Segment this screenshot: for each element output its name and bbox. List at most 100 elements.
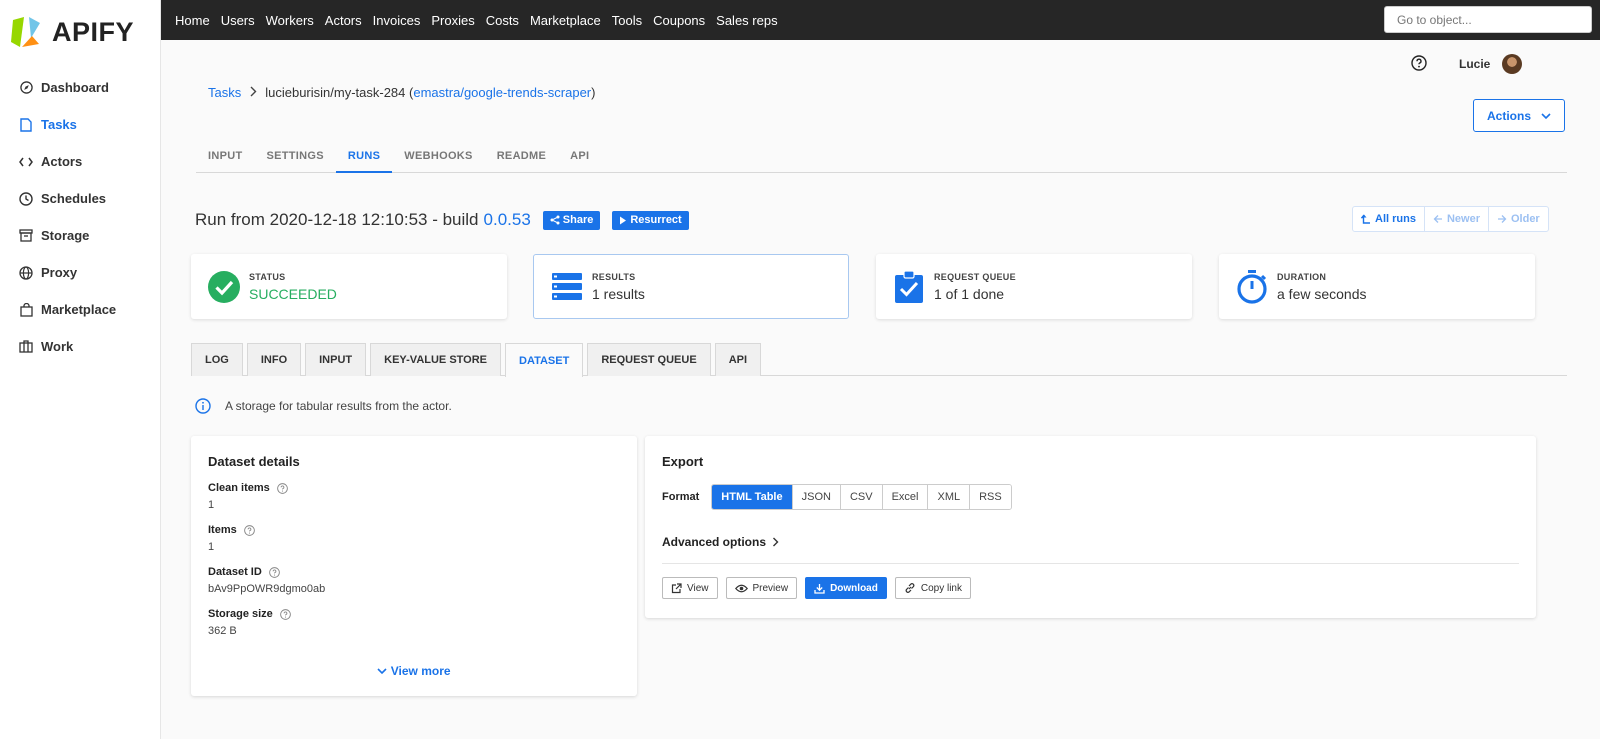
view-more-button[interactable]: View more <box>191 664 637 678</box>
brand-logo[interactable]: APIFY <box>0 0 160 64</box>
sidebar-item-actors[interactable]: Actors <box>0 143 160 180</box>
tab-request-queue[interactable]: REQUEST QUEUE <box>587 343 711 376</box>
topbar-link-actors[interactable]: Actors <box>325 13 362 28</box>
sidebar-item-label: Actors <box>41 154 83 169</box>
newer-button[interactable]: Newer <box>1425 207 1489 231</box>
actors-icon <box>19 155 33 169</box>
view-button[interactable]: View <box>662 577 718 599</box>
format-selector: HTML Table JSON CSV Excel XML RSS <box>711 484 1012 510</box>
advanced-options-label: Advanced options <box>662 535 767 549</box>
field-label: Items <box>208 524 237 536</box>
tab-api[interactable]: API <box>558 137 601 173</box>
tab-log[interactable]: LOG <box>191 343 243 376</box>
sidebar-item-schedules[interactable]: Schedules <box>0 180 160 217</box>
share-label: Share <box>562 214 594 226</box>
field-label: Dataset ID <box>208 566 262 578</box>
newer-label: Newer <box>1446 213 1480 225</box>
topbar-link-marketplace[interactable]: Marketplace <box>530 13 601 28</box>
format-label: Format <box>662 491 700 503</box>
apify-logo-icon <box>10 14 44 50</box>
tab-settings[interactable]: SETTINGS <box>255 137 336 173</box>
tab-webhooks[interactable]: WEBHOOKS <box>392 137 484 173</box>
tab-dataset[interactable]: DATASET <box>505 343 584 377</box>
tab-readme[interactable]: README <box>485 137 558 173</box>
check-circle-icon <box>207 270 241 304</box>
download-button[interactable]: Download <box>805 577 887 599</box>
breadcrumb-actor-link[interactable]: emastra/google-trends-scraper <box>413 85 591 100</box>
topbar-links: Home Users Workers Actors Invoices Proxi… <box>161 13 789 28</box>
question-icon[interactable] <box>279 608 291 620</box>
topbar-link-tools[interactable]: Tools <box>612 13 642 28</box>
tab-input[interactable]: INPUT <box>196 137 255 173</box>
sidebar-item-work[interactable]: Work <box>0 328 160 365</box>
goto-object-input[interactable] <box>1384 6 1592 33</box>
format-csv[interactable]: CSV <box>840 485 883 509</box>
export-card: Export Format HTML Table JSON CSV Excel … <box>645 436 1536 618</box>
topbar-link-costs[interactable]: Costs <box>486 13 519 28</box>
sidebar-item-label: Marketplace <box>41 302 117 317</box>
topbar-link-users[interactable]: Users <box>221 13 255 28</box>
run-title: Run from 2020-12-18 12:10:53 - build 0.0… <box>195 210 689 230</box>
user-menu[interactable]: Lucie <box>1459 54 1523 74</box>
sidebar-item-dashboard[interactable]: Dashboard <box>0 69 160 106</box>
tab-key-value-store[interactable]: KEY-VALUE STORE <box>370 343 502 376</box>
sidebar-item-marketplace[interactable]: Marketplace <box>0 291 160 328</box>
sidebar-item-storage[interactable]: Storage <box>0 217 160 254</box>
view-label: View <box>687 582 709 594</box>
duration-card: DURATION a few seconds <box>1219 254 1535 319</box>
export-title: Export <box>662 454 704 469</box>
field-value: 1 <box>208 541 215 553</box>
older-button[interactable]: Older <box>1489 207 1548 231</box>
dataset-info: A storage for tabular results from the a… <box>195 398 452 414</box>
sidebar-item-label: Schedules <box>41 191 107 206</box>
tab-runs[interactable]: RUNS <box>335 137 393 173</box>
field-value: 1 <box>208 499 215 511</box>
external-link-icon <box>671 582 682 593</box>
format-html-table[interactable]: HTML Table <box>712 485 793 509</box>
topbar-link-proxies[interactable]: Proxies <box>431 13 474 28</box>
all-runs-button[interactable]: All runs <box>1353 207 1425 231</box>
topbar-link-workers[interactable]: Workers <box>266 13 314 28</box>
question-icon[interactable] <box>276 482 288 494</box>
preview-button[interactable]: Preview <box>725 577 798 599</box>
breadcrumb-tasks-link[interactable]: Tasks <box>208 85 241 100</box>
duration-value: a few seconds <box>1277 285 1367 302</box>
build-link[interactable]: 0.0.53 <box>484 210 531 230</box>
topbar-link-sales-reps[interactable]: Sales reps <box>716 13 777 28</box>
topbar-link-coupons[interactable]: Coupons <box>653 13 705 28</box>
copy-link-label: Copy link <box>920 582 962 594</box>
arrow-left-icon <box>1433 215 1442 223</box>
tab-run-api[interactable]: API <box>714 343 762 376</box>
resurrect-button[interactable]: Resurrect <box>612 210 689 230</box>
eye-icon <box>734 584 748 592</box>
request-queue-card: REQUEST QUEUE 1 of 1 done <box>876 254 1192 319</box>
format-xml[interactable]: XML <box>928 485 971 509</box>
format-excel[interactable]: Excel <box>882 485 929 509</box>
chevron-down-icon <box>1541 109 1551 123</box>
storage-icon <box>19 229 33 243</box>
tab-run-input[interactable]: INPUT <box>305 343 367 376</box>
question-icon[interactable] <box>243 524 255 536</box>
field-label: Storage size <box>208 608 273 620</box>
sidebar-item-proxy[interactable]: Proxy <box>0 254 160 291</box>
format-json[interactable]: JSON <box>792 485 841 509</box>
share-button[interactable]: Share <box>542 210 601 230</box>
field-dataset-id: Dataset ID bAv9PpOWR9dgmo0ab <box>208 566 620 595</box>
results-card[interactable]: RESULTS 1 results <box>533 254 849 319</box>
results-value: 1 results <box>592 285 645 302</box>
tab-info[interactable]: INFO <box>246 343 302 376</box>
question-icon[interactable] <box>268 566 280 578</box>
help-icon[interactable] <box>1411 55 1427 74</box>
copy-link-button[interactable]: Copy link <box>894 577 971 599</box>
sidebar-item-label: Work <box>41 339 74 354</box>
advanced-options-toggle[interactable]: Advanced options <box>662 535 1519 549</box>
format-rss[interactable]: RSS <box>970 485 1011 509</box>
results-list-icon <box>550 270 584 304</box>
topbar-link-home[interactable]: Home <box>175 13 210 28</box>
schedules-icon <box>19 191 33 206</box>
topbar-link-invoices[interactable]: Invoices <box>373 13 421 28</box>
sidebar-item-tasks[interactable]: Tasks <box>0 106 160 143</box>
actions-button[interactable]: Actions <box>1473 99 1565 132</box>
breadcrumb-task-name: lucieburisin/my-task-284 <box>265 85 406 100</box>
field-label: Clean items <box>208 482 270 494</box>
